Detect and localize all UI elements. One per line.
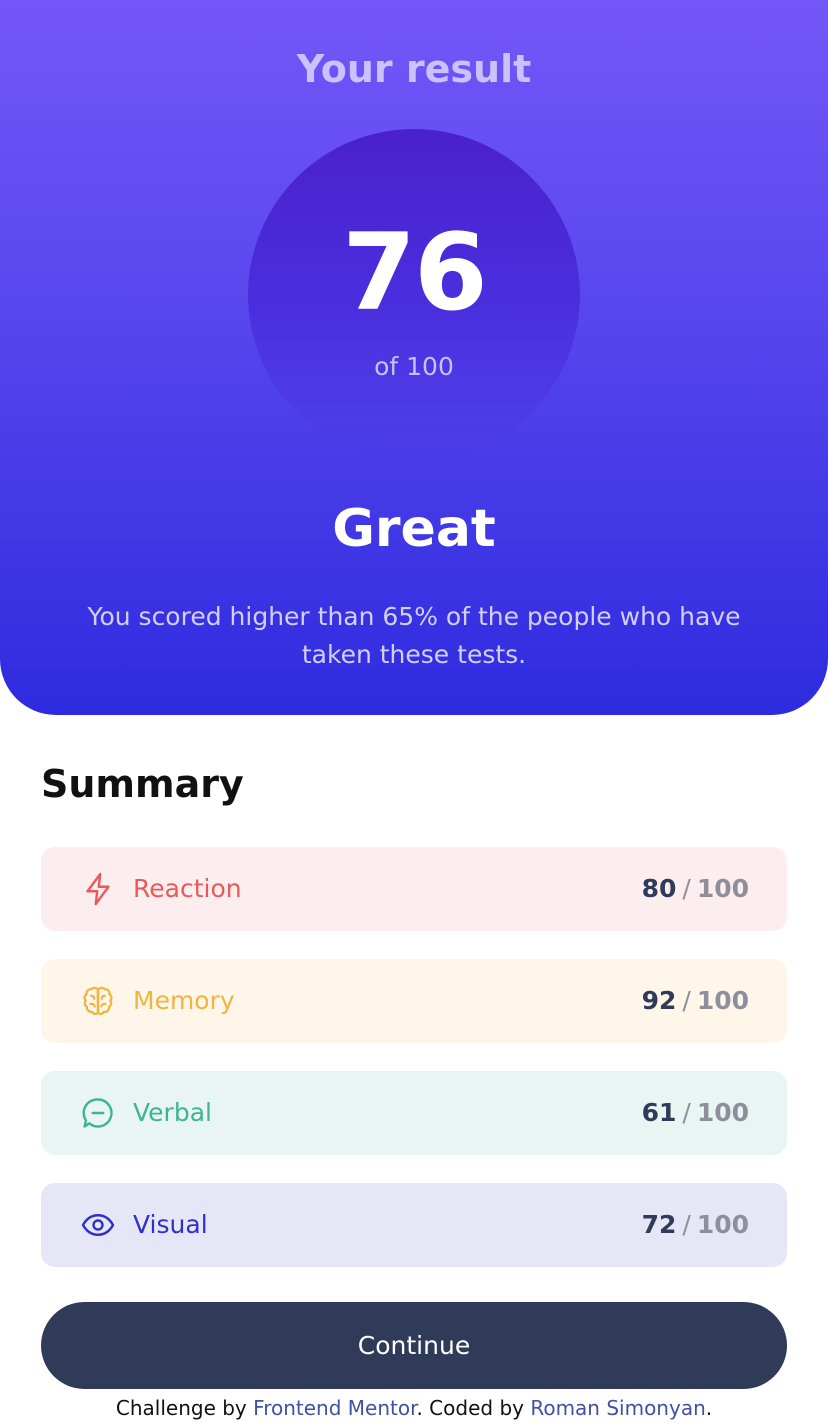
summary-item-visual: Visual 72/100 [41,1183,787,1267]
summary-item-label: Verbal [133,1098,212,1127]
summary-item-score: 72/100 [642,1209,749,1241]
summary-item-score: 92/100 [642,985,749,1017]
result-heading: Your result [296,47,532,91]
summary-title: Summary [41,762,244,806]
attribution-middle: . Coded by [416,1396,531,1420]
summary-item-score: 80/100 [642,873,749,905]
author-link[interactable]: Roman Simonyan [530,1396,705,1420]
attribution: Challenge by Frontend Mentor. Coded by R… [0,1393,828,1423]
summary-item-score: 61/100 [642,1097,749,1129]
score-number: 72 [641,1210,677,1239]
score-max: 100 [696,1098,749,1127]
score-separator: / [682,986,691,1015]
continue-button[interactable]: Continue [41,1302,787,1389]
score-number: 61 [641,1098,677,1127]
rating-title: Great [332,499,496,559]
frontend-mentor-link[interactable]: Frontend Mentor [253,1396,416,1420]
score-value: 76 [342,211,488,334]
lightning-icon [79,870,117,908]
score-max: 100 [696,986,749,1015]
score-separator: / [682,874,691,903]
score-max: 100 [696,874,749,903]
summary-item-label: Visual [133,1210,208,1239]
attribution-suffix: . [705,1396,713,1420]
summary-item-verbal: Verbal 61/100 [41,1071,787,1155]
score-separator: / [682,1098,691,1127]
result-panel: Your result 76 of 100 Great You scored h… [0,0,828,715]
speech-bubble-icon [79,1094,117,1132]
eye-icon [79,1206,117,1244]
brain-icon [79,982,117,1020]
score-number: 92 [641,986,677,1015]
summary-item-reaction: Reaction 80/100 [41,847,787,931]
score-separator: / [682,1210,691,1239]
summary-item-label: Memory [133,986,235,1015]
score-max: 100 [696,1210,749,1239]
summary-item-memory: Memory 92/100 [41,959,787,1043]
summary-item-label: Reaction [133,874,242,903]
summary-list: Reaction 80/100 Memory 92/100 Verbal 61 … [41,847,787,1295]
score-max-label: of 100 [374,352,454,381]
rating-description: You scored higher than 65% of the people… [87,602,741,669]
score-number: 80 [641,874,677,903]
score-circle: 76 of 100 [248,129,580,461]
attribution-prefix: Challenge by [115,1396,254,1420]
